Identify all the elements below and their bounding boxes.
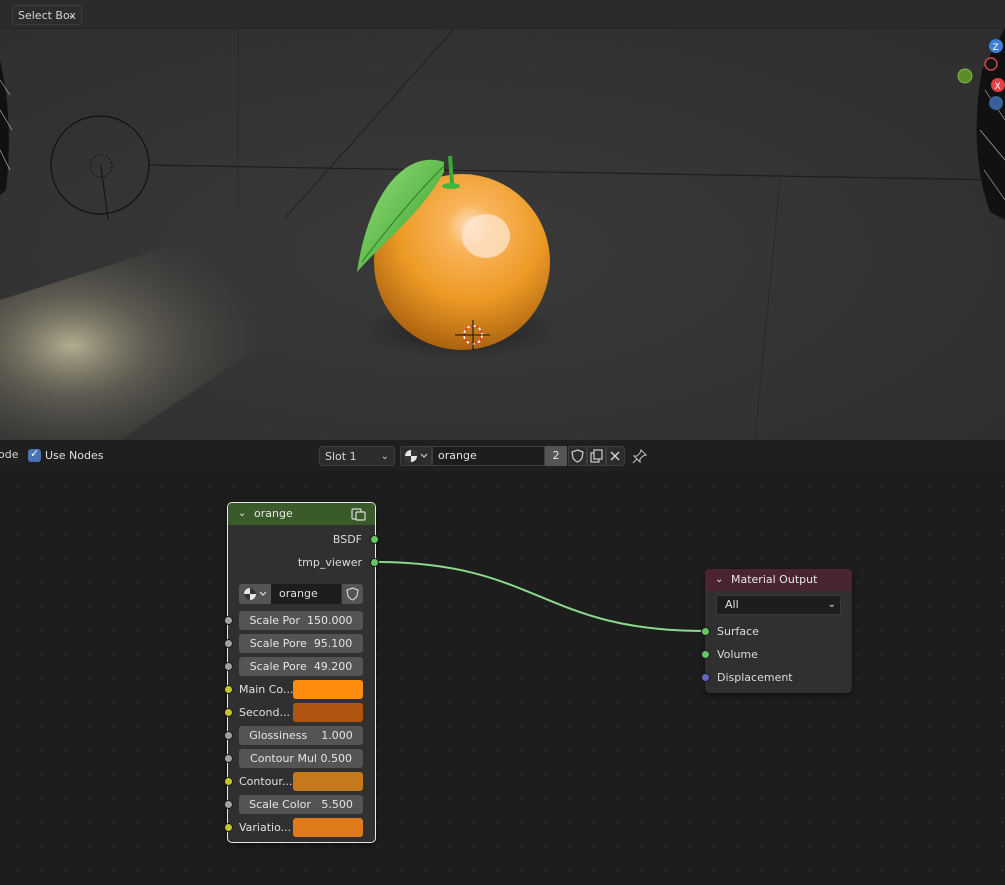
node-group-name-field[interactable]: orange: [271, 584, 341, 604]
input-scale-por[interactable]: Scale Por 150.000: [239, 611, 363, 630]
material-slot-dropdown[interactable]: Slot 1 ⌄: [319, 446, 395, 466]
input-displacement-label: Displacement: [717, 671, 793, 684]
input-contour-mul[interactable]: Contour Mul 0.500: [239, 749, 363, 768]
input-socket-scale-pore-2[interactable]: [224, 662, 233, 671]
close-icon: [610, 451, 620, 461]
contour-color-swatch[interactable]: [293, 772, 363, 791]
input-socket-glossiness[interactable]: [224, 731, 233, 740]
shield-icon: [346, 587, 359, 601]
editor-mode-label[interactable]: ode: [0, 448, 18, 461]
input-scale-color[interactable]: Scale Color 5.500: [239, 795, 363, 814]
input-socket-scale-pore-1[interactable]: [224, 639, 233, 648]
use-nodes-label: Use Nodes: [45, 449, 104, 462]
node-editor-header: ode ✓ Use Nodes Slot 1 ⌄ orange 2: [0, 440, 1005, 471]
node-tree-icon: [244, 588, 267, 600]
input-label: Scale Por: [249, 614, 301, 627]
group-node-header[interactable]: ⌄ orange: [228, 503, 375, 525]
output-tmp-viewer-label: tmp_viewer: [297, 556, 362, 569]
input-volume-socket[interactable]: [701, 650, 710, 659]
input-variation-color-label: Variatio...: [239, 821, 292, 834]
input-socket-main-color[interactable]: [224, 685, 233, 694]
input-volume-label: Volume: [717, 648, 758, 661]
material-user-count[interactable]: 2: [545, 446, 567, 466]
gizmo-y-negative-icon[interactable]: [957, 68, 973, 84]
gizmo-z-negative-icon[interactable]: [989, 96, 1003, 110]
input-value: 150.000: [307, 614, 353, 627]
stem-object: [448, 155, 454, 185]
shield-icon: [571, 449, 584, 463]
output-tmp-viewer-socket[interactable]: [370, 558, 379, 567]
input-second-color-label: Second...: [239, 706, 290, 719]
browse-node-group-button[interactable]: [239, 584, 271, 604]
second-color-swatch[interactable]: [293, 703, 363, 722]
variation-color-swatch[interactable]: [293, 818, 363, 837]
select-mode-dropdown[interactable]: Select Box ⌄: [12, 5, 82, 25]
input-label: Scale Color: [249, 798, 311, 811]
browse-material-button[interactable]: [400, 446, 432, 466]
input-label: Glossiness: [249, 729, 308, 742]
input-socket-variation-color[interactable]: [224, 823, 233, 832]
input-value: 1.000: [321, 729, 353, 742]
gizmo-z-label: Z: [993, 43, 999, 53]
input-socket-scale-color[interactable]: [224, 800, 233, 809]
output-target-value: All: [725, 598, 739, 611]
input-value: 0.500: [320, 752, 352, 765]
input-surface-socket[interactable]: [701, 627, 710, 636]
input-socket-contour-color[interactable]: [224, 777, 233, 786]
chevron-down-icon: ⌄: [827, 599, 836, 610]
viewport-scene[interactable]: Z X: [0, 0, 1005, 440]
input-scale-pore-1[interactable]: Scale Pore 95.100: [239, 634, 363, 653]
collapse-chevron-icon[interactable]: ⌄: [715, 569, 723, 591]
collapse-chevron-icon[interactable]: ⌄: [238, 503, 246, 525]
use-nodes-checkbox[interactable]: ✓: [28, 447, 41, 462]
checkmark-icon: ✓: [30, 447, 40, 460]
output-bsdf-label: BSDF: [332, 533, 362, 546]
input-value: 5.500: [321, 798, 353, 811]
fake-user-button[interactable]: [568, 446, 587, 466]
input-main-color-label: Main Co...: [239, 683, 294, 696]
input-socket-scale-por[interactable]: [224, 616, 233, 625]
node-group-fake-user-button[interactable]: [342, 584, 363, 604]
main-color-swatch[interactable]: [293, 680, 363, 699]
output-target-dropdown[interactable]: All ⌄: [716, 595, 841, 615]
material-output-header[interactable]: ⌄ Material Output: [705, 569, 852, 591]
stem-base: [442, 183, 460, 189]
input-label: Contour Mul: [250, 752, 317, 765]
output-bsdf-socket[interactable]: [370, 535, 379, 544]
input-socket-second-color[interactable]: [224, 708, 233, 717]
input-contour-color-label: Contour...: [239, 775, 293, 788]
material-name-field[interactable]: orange: [432, 446, 545, 466]
input-surface-label: Surface: [717, 625, 759, 638]
input-value: 95.100: [313, 637, 353, 650]
duplicate-icon: [590, 449, 603, 463]
duplicate-material-button[interactable]: [587, 446, 606, 466]
specular-highlight: [462, 214, 510, 258]
material-sphere-icon: [405, 450, 428, 462]
input-value: 49.200: [313, 660, 353, 673]
material-output-title: Material Output: [731, 573, 818, 586]
chevron-down-icon: ⌄: [380, 451, 389, 462]
input-label: Scale Pore: [249, 660, 307, 673]
pin-icon[interactable]: [632, 448, 648, 464]
node-group-icon[interactable]: [351, 507, 367, 521]
input-label: Scale Pore: [249, 637, 307, 650]
input-scale-pore-2[interactable]: Scale Pore 49.200: [239, 657, 363, 676]
input-glossiness[interactable]: Glossiness 1.000: [239, 726, 363, 745]
input-socket-contour-mul[interactable]: [224, 754, 233, 763]
group-node-title: orange: [254, 507, 293, 520]
input-displacement-socket[interactable]: [701, 673, 710, 682]
unlink-material-button[interactable]: [606, 446, 625, 466]
gizmo-x-label: X: [995, 82, 1001, 92]
3d-viewport[interactable]: Z X ⁝ Select Box ⌄: [0, 0, 1005, 440]
shader-node-editor[interactable]: ode ✓ Use Nodes Slot 1 ⌄ orange 2: [0, 440, 1005, 885]
chevron-down-icon: ⌄: [67, 10, 76, 21]
slot-value: Slot 1: [325, 450, 357, 463]
viewport-header: ⁝ Select Box ⌄: [0, 0, 1005, 29]
